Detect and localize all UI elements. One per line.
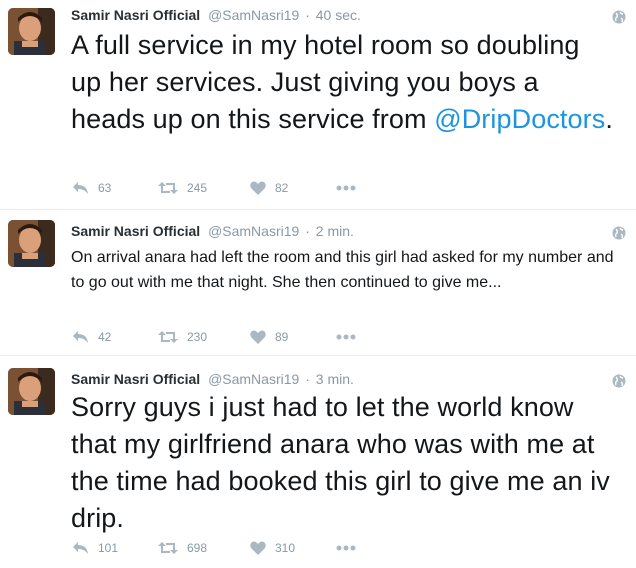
retweet-icon: [158, 331, 178, 343]
reply-button[interactable]: 101: [72, 538, 118, 558]
tweet-header: Samir Nasri Official @SamNasri19 · 40 se…: [71, 6, 361, 24]
separator: ·: [305, 223, 310, 239]
heart-icon: [250, 181, 266, 195]
reply-count: 42: [98, 330, 112, 344]
retweet-button[interactable]: 245: [158, 178, 207, 198]
more-dots-icon: [336, 334, 356, 340]
reply-icon: [73, 542, 88, 554]
author-name[interactable]: Samir Nasri Official: [71, 371, 200, 387]
more-dots-icon: [336, 545, 356, 551]
tweet-header: Samir Nasri Official @SamNasri19 · 2 min…: [71, 222, 354, 240]
more-button[interactable]: [336, 327, 356, 347]
retweet-count: 245: [187, 181, 208, 195]
author-handle[interactable]: @SamNasri19: [208, 7, 299, 23]
separator: ·: [305, 371, 310, 387]
globe-icon: [612, 226, 626, 240]
retweet-count: 230: [187, 330, 208, 344]
retweet-icon: [158, 542, 178, 554]
timestamp[interactable]: 2 min.: [316, 223, 354, 239]
more-button[interactable]: [336, 538, 356, 558]
timestamp[interactable]: 3 min.: [316, 371, 354, 387]
tweet-2[interactable]: Samir Nasri Official @SamNasri19 · 2 min…: [0, 210, 636, 356]
timestamp[interactable]: 40 sec.: [316, 7, 361, 23]
heart-icon: [250, 541, 266, 555]
reply-button[interactable]: 63: [72, 178, 111, 198]
tweet-text-end: .: [605, 104, 613, 134]
separator: ·: [305, 7, 310, 23]
tweet-text: On arrival anara had left the room and t…: [71, 249, 614, 291]
like-count: 89: [275, 330, 289, 344]
more-dots-icon: [336, 185, 356, 191]
tweet-3[interactable]: Samir Nasri Official @SamNasri19 · 3 min…: [0, 356, 636, 568]
author-handle[interactable]: @SamNasri19: [208, 371, 299, 387]
heart-icon: [250, 330, 266, 344]
tweet-header: Samir Nasri Official @SamNasri19 · 3 min…: [71, 370, 354, 388]
tweet-text: Sorry guys i just had to let the world k…: [71, 392, 610, 533]
reply-button[interactable]: 42: [72, 327, 111, 347]
author-handle[interactable]: @SamNasri19: [208, 223, 299, 239]
avatar[interactable]: [8, 220, 55, 267]
globe-icon: [612, 10, 626, 24]
globe-icon: [612, 374, 626, 388]
like-button[interactable]: 89: [250, 327, 288, 347]
retweet-button[interactable]: 698: [158, 538, 207, 558]
author-name[interactable]: Samir Nasri Official: [71, 223, 200, 239]
more-button[interactable]: [336, 178, 356, 198]
tweet-text: A full service in my hotel room so doubl…: [71, 27, 616, 138]
tweet-1[interactable]: Samir Nasri Official @SamNasri19 · 40 se…: [0, 0, 636, 210]
retweet-count: 698: [187, 541, 208, 555]
avatar[interactable]: [8, 368, 55, 415]
reply-count: 101: [98, 541, 119, 555]
author-name[interactable]: Samir Nasri Official: [71, 7, 200, 23]
retweet-icon: [158, 182, 178, 194]
reply-icon: [73, 331, 88, 343]
retweet-button[interactable]: 230: [158, 327, 207, 347]
like-count: 310: [275, 541, 296, 555]
like-count: 82: [275, 181, 289, 195]
avatar[interactable]: [8, 8, 55, 55]
mention-link[interactable]: @DripDoctors: [434, 104, 605, 134]
reply-count: 63: [98, 181, 112, 195]
reply-icon: [73, 182, 88, 194]
like-button[interactable]: 310: [250, 538, 295, 558]
like-button[interactable]: 82: [250, 178, 288, 198]
